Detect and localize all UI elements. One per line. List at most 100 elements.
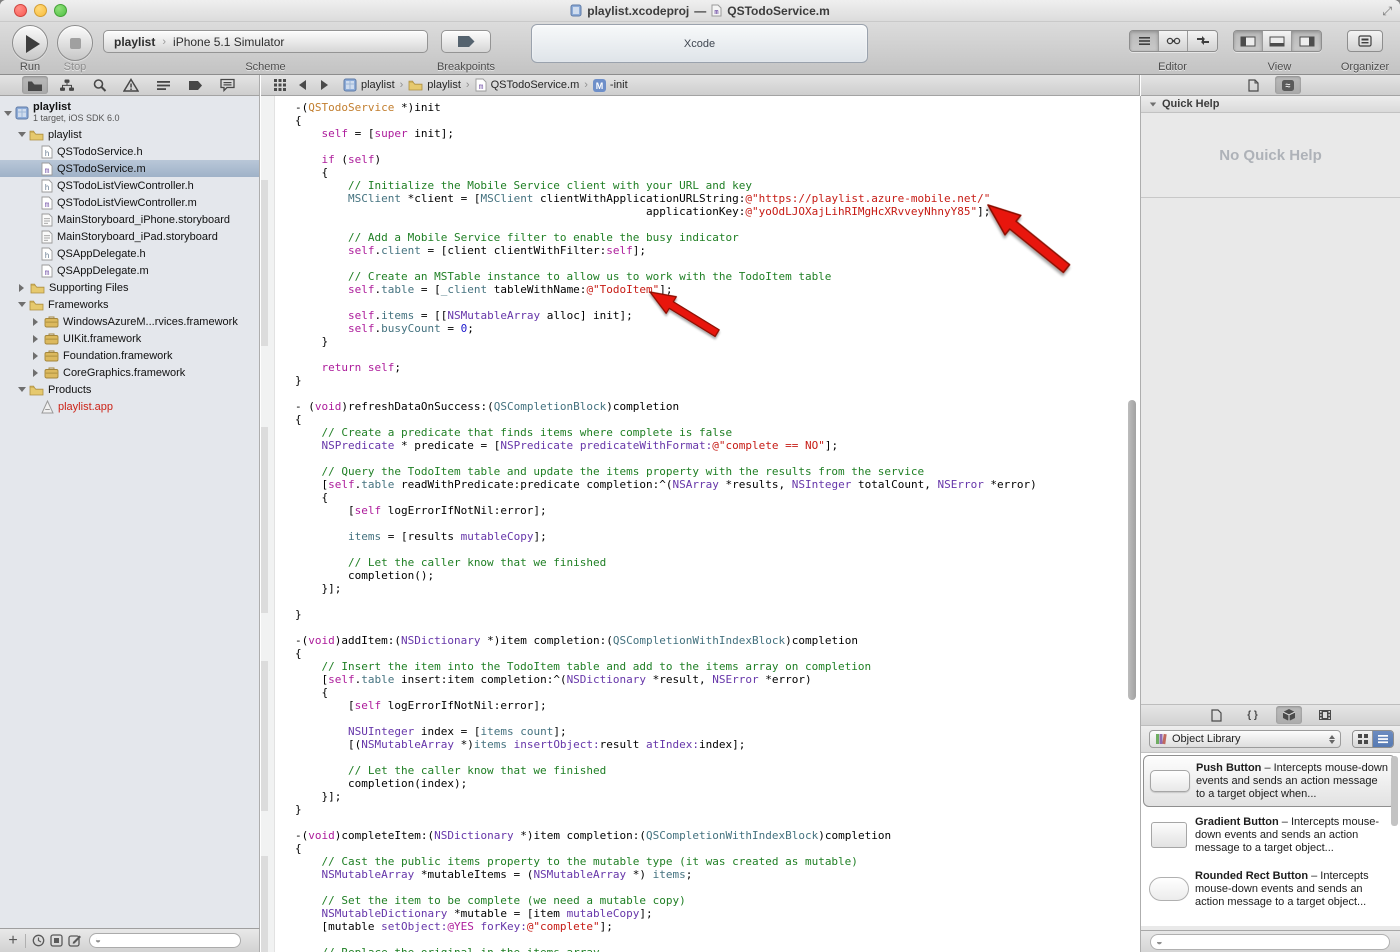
code-line[interactable]: }: [295, 608, 1037, 621]
add-button[interactable]: +: [4, 932, 22, 950]
code-line[interactable]: // Initialize the Mobile Service client …: [295, 179, 1037, 192]
recent-files-button[interactable]: [29, 932, 47, 950]
list-view-button[interactable]: [1373, 731, 1393, 747]
code-line[interactable]: NSMutableArray *mutableItems = (NSMutabl…: [295, 868, 1037, 881]
code-line[interactable]: [self logErrorIfNotNil:error];: [295, 699, 1037, 712]
code-line[interactable]: -(void)addItem:(NSDictionary *)item comp…: [295, 634, 1037, 647]
project-navigator-tab[interactable]: [22, 76, 48, 94]
code-line[interactable]: {: [295, 686, 1037, 699]
code-line[interactable]: }: [295, 335, 1037, 348]
disclosure-triangle-icon[interactable]: [19, 284, 24, 292]
code-line[interactable]: [mutable setObject:@YES forKey:@"complet…: [295, 920, 1037, 933]
code-line[interactable]: [self.table insert:item completion:^(NSD…: [295, 673, 1037, 686]
code-line[interactable]: // Cast the public items property to the…: [295, 855, 1037, 868]
code-line[interactable]: self.busyCount = 0;: [295, 322, 1037, 335]
code-line[interactable]: [(NSMutableArray *)items insertObject:re…: [295, 738, 1037, 751]
code-line[interactable]: {: [295, 491, 1037, 504]
code-line[interactable]: [295, 933, 1037, 946]
jumpbar-crumb[interactable]: mQSTodoService.m: [475, 78, 580, 92]
quick-help-inspector-tab[interactable]: ≈: [1275, 76, 1301, 94]
fullscreen-icon[interactable]: ⤢: [1382, 4, 1392, 19]
scheme-selector[interactable]: playlist › iPhone 5.1 Simulator: [103, 30, 428, 53]
navigator-row[interactable]: CoreGraphics.framework: [0, 364, 259, 381]
library-dropdown[interactable]: Object Library: [1149, 730, 1341, 748]
object-library-tab[interactable]: [1276, 706, 1302, 724]
code-line[interactable]: self.table = [_client tableWithName:@"To…: [295, 283, 1037, 296]
library-item[interactable]: Gradient Button – Intercepts mouse-down …: [1143, 809, 1396, 861]
code-line[interactable]: completion(index);: [295, 777, 1037, 790]
code-line[interactable]: // Replace the original in the items arr…: [295, 946, 1037, 952]
library-item[interactable]: Rounded Textured Button: [1143, 917, 1396, 926]
code-line[interactable]: applicationKey:@"yoOdLJOXajLihRIMgHcXRvv…: [295, 205, 1037, 218]
navigator-row[interactable]: WindowsAzureM...rvices.framework: [0, 313, 259, 330]
code-line[interactable]: [295, 595, 1037, 608]
code-line[interactable]: // Create a predicate that finds items w…: [295, 426, 1037, 439]
grid-view-button[interactable]: [1353, 731, 1373, 747]
code-line[interactable]: {: [295, 166, 1037, 179]
code-line[interactable]: [self.table readWithPredicate:predicate …: [295, 478, 1037, 491]
navigator-row[interactable]: Frameworks: [0, 296, 259, 313]
code-line[interactable]: NSUInteger index = [items count];: [295, 725, 1037, 738]
search-navigator-tab[interactable]: [86, 76, 112, 94]
code-text[interactable]: -(QSTodoService *)init { self = [super in…: [275, 101, 1037, 952]
report-navigator-tab[interactable]: [214, 76, 240, 94]
media-library-tab[interactable]: [1312, 706, 1338, 724]
log-navigator-tab[interactable]: [150, 76, 176, 94]
related-items-button[interactable]: [269, 76, 291, 94]
navigator-row[interactable]: Foundation.framework: [0, 347, 259, 364]
code-line[interactable]: [295, 816, 1037, 829]
code-line[interactable]: // Query the TodoItem table and update t…: [295, 465, 1037, 478]
code-line[interactable]: [295, 712, 1037, 725]
forward-button[interactable]: [313, 76, 335, 94]
back-button[interactable]: [291, 76, 313, 94]
code-line[interactable]: -(QSTodoService *)init: [295, 101, 1037, 114]
code-line[interactable]: [295, 517, 1037, 530]
disclosure-triangle-icon[interactable]: [1150, 102, 1156, 106]
code-line[interactable]: completion();: [295, 569, 1037, 582]
code-line[interactable]: }: [295, 803, 1037, 816]
quick-help-header[interactable]: Quick Help: [1141, 96, 1400, 113]
code-line[interactable]: return self;: [295, 361, 1037, 374]
code-line[interactable]: items = [results mutableCopy];: [295, 530, 1037, 543]
navigator-filter-field[interactable]: ◒: [89, 933, 241, 948]
debug-area-toggle-button[interactable]: [1263, 31, 1292, 51]
disclosure-triangle-icon[interactable]: [18, 132, 26, 137]
code-line[interactable]: MSClient *client = [MSClient clientWithA…: [295, 192, 1037, 205]
utilities-toggle-button[interactable]: [1292, 31, 1321, 51]
code-line[interactable]: self.items = [[NSMutableArray alloc] ini…: [295, 309, 1037, 322]
issue-navigator-tab[interactable]: [118, 76, 144, 94]
scm-status-button[interactable]: [47, 932, 65, 950]
navigator-row[interactable]: UIKit.framework: [0, 330, 259, 347]
navigator-row[interactable]: playlist.app: [0, 398, 259, 415]
code-line[interactable]: self = [super init];: [295, 127, 1037, 140]
standard-editor-button[interactable]: [1130, 31, 1159, 51]
code-line[interactable]: // Add a Mobile Service filter to enable…: [295, 231, 1037, 244]
code-line[interactable]: NSPredicate * predicate = [NSPredicate p…: [295, 439, 1037, 452]
symbol-navigator-tab[interactable]: [54, 76, 80, 94]
zoom-button[interactable]: [54, 4, 67, 17]
library-item[interactable]: Rounded Rect Button – Intercepts mouse-d…: [1143, 863, 1396, 915]
assistant-editor-button[interactable]: [1159, 31, 1188, 51]
breakpoint-navigator-tab[interactable]: [182, 76, 208, 94]
library-search-field[interactable]: ◒: [1150, 934, 1390, 950]
navigator-row[interactable]: hQSAppDelegate.h: [0, 245, 259, 262]
navigator-toggle-button[interactable]: [1234, 31, 1263, 51]
code-line[interactable]: // Let the caller know that we finished: [295, 764, 1037, 777]
code-line[interactable]: - (void)refreshDataOnSuccess:(QSCompleti…: [295, 400, 1037, 413]
code-line[interactable]: [295, 387, 1037, 400]
navigator-row[interactable]: hQSTodoService.h: [0, 143, 259, 160]
code-line[interactable]: {: [295, 842, 1037, 855]
navigator-row[interactable]: mQSTodoListViewController.m: [0, 194, 259, 211]
disclosure-triangle-icon[interactable]: [18, 387, 26, 392]
navigator-row[interactable]: Supporting Files: [0, 279, 259, 296]
stop-button[interactable]: [57, 25, 93, 61]
code-line[interactable]: [295, 621, 1037, 634]
disclosure-triangle-icon[interactable]: [4, 111, 12, 116]
code-line[interactable]: [295, 218, 1037, 231]
code-line[interactable]: [295, 452, 1037, 465]
library-scrollbar-thumb[interactable]: [1391, 756, 1398, 826]
code-line[interactable]: self.client = [client clientWithFilter:s…: [295, 244, 1037, 257]
minimize-button[interactable]: [34, 4, 47, 17]
navigator-row[interactable]: hQSTodoListViewController.h: [0, 177, 259, 194]
version-editor-button[interactable]: [1188, 31, 1217, 51]
